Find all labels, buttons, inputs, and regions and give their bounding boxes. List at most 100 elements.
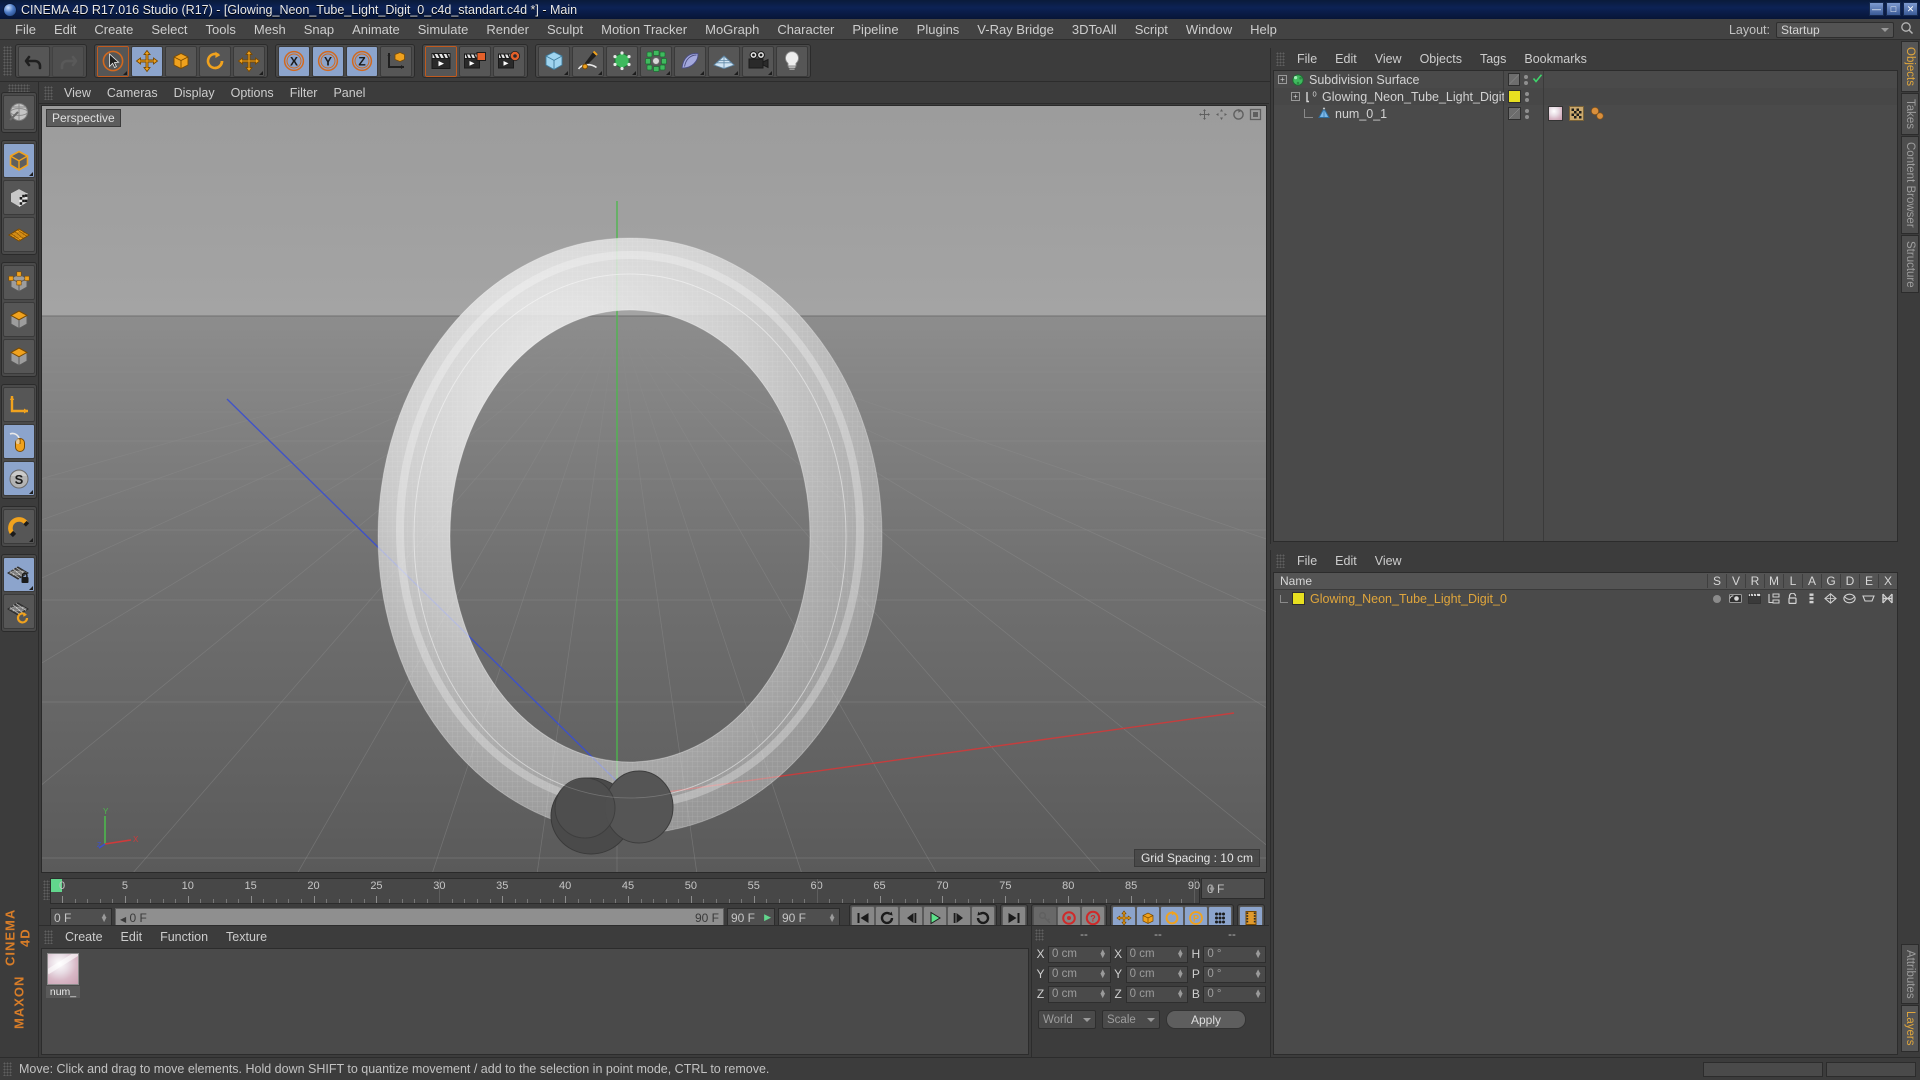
object-visibility-row[interactable]	[1504, 105, 1543, 122]
tool-expand-corner-icon[interactable]	[259, 70, 263, 75]
timeline-current-frame-field[interactable]: 0 F ▲ ▼	[1201, 878, 1265, 899]
rotate-tool[interactable]	[199, 45, 231, 77]
menu-item-file[interactable]: File	[6, 21, 45, 38]
tool-expand-corner-icon[interactable]	[29, 586, 33, 590]
menu-item-help[interactable]: Help	[1241, 21, 1286, 38]
coord-size-input[interactable]: 0 cm ▲ ▼	[1125, 965, 1189, 983]
material-menu-texture[interactable]: Texture	[217, 929, 276, 945]
render-view-button[interactable]	[425, 45, 457, 77]
menu-item-script[interactable]: Script	[1126, 21, 1177, 38]
expand-toggle-icon[interactable]: +	[1291, 92, 1300, 101]
layer-col-a[interactable]: A	[1802, 574, 1821, 588]
coord-position-input[interactable]: 0 cm ▲ ▼	[1048, 965, 1111, 983]
material-manager-drag-handle[interactable]	[44, 929, 53, 944]
layer-solo-cell[interactable]	[1707, 594, 1726, 603]
phong-tag-icon[interactable]	[1590, 106, 1605, 121]
dock-tab-objects[interactable]: Objects	[1901, 41, 1919, 92]
layer-view-cell[interactable]	[1726, 593, 1745, 604]
lock-x-axis-button[interactable]: X	[278, 45, 310, 77]
edges-mode-button[interactable]	[3, 302, 35, 337]
coord-spinner[interactable]: ▲ ▼	[1099, 988, 1107, 1000]
coord-spinner[interactable]: ▲ ▼	[1254, 968, 1262, 980]
close-button[interactable]: ✕	[1903, 2, 1918, 16]
menu-item-sculpt[interactable]: Sculpt	[538, 21, 592, 38]
add-light-button[interactable]	[776, 45, 808, 77]
menu-item-create[interactable]: Create	[85, 21, 142, 38]
coord-size-input[interactable]: 0 cm ▲ ▼	[1125, 945, 1189, 963]
redo-button[interactable]	[52, 45, 84, 77]
visibility-dots-icon[interactable]	[1525, 108, 1529, 119]
render-to-picture-viewer-button[interactable]	[459, 45, 491, 77]
enable-axis-button[interactable]	[3, 387, 35, 422]
apply-button[interactable]: Apply	[1166, 1010, 1246, 1029]
object-tags-row[interactable]	[1544, 88, 1897, 105]
object-manager-menu-tags[interactable]: Tags	[1471, 51, 1515, 67]
coord-spinner[interactable]: ▲ ▼	[1176, 968, 1184, 980]
layout-select[interactable]: Startup	[1776, 21, 1894, 38]
maximize-button[interactable]: □	[1886, 2, 1901, 16]
coord-spinner[interactable]: ▲ ▼	[1254, 988, 1262, 1000]
frame-spinner[interactable]: ▲ ▼	[1208, 882, 1216, 894]
material-menu-edit[interactable]: Edit	[112, 929, 152, 945]
material-list[interactable]: num_	[41, 948, 1029, 1055]
add-camera-button[interactable]	[742, 45, 774, 77]
layer-col-v[interactable]: V	[1726, 574, 1745, 588]
planar-workplane-button[interactable]	[3, 594, 35, 629]
lock-workplane-button[interactable]	[3, 557, 35, 592]
tool-expand-corner-icon[interactable]	[123, 70, 127, 75]
search-icon[interactable]	[1900, 21, 1914, 38]
coord-spinner[interactable]: ▲ ▼	[1176, 948, 1184, 960]
viewport-menu-cameras[interactable]: Cameras	[99, 85, 166, 101]
visibility-dots-icon[interactable]	[1525, 91, 1529, 102]
tool-expand-corner-icon[interactable]	[29, 490, 33, 494]
undo-button[interactable]	[18, 45, 50, 77]
tool-expand-corner-icon[interactable]	[700, 70, 704, 75]
layer-manager-drag-handle[interactable]	[1276, 553, 1285, 568]
toolbar-drag-handle[interactable]	[3, 46, 12, 76]
menu-item-plugins[interactable]: Plugins	[908, 21, 969, 38]
layer-col-r[interactable]: R	[1745, 574, 1764, 588]
scale-view-icon[interactable]	[1215, 108, 1228, 121]
polygons-mode-button[interactable]	[3, 339, 35, 374]
tool-expand-corner-icon[interactable]	[666, 70, 670, 75]
viewport-solo-button[interactable]	[3, 424, 35, 459]
coord-position-input[interactable]: 0 cm ▲ ▼	[1048, 985, 1111, 1003]
coordinate-system-select[interactable]: World	[1038, 1010, 1096, 1029]
coord-rotation-input[interactable]: 0 ° ▲ ▼	[1203, 965, 1267, 983]
object-manager-menu-objects[interactable]: Objects	[1411, 51, 1471, 67]
dock-tab-content-browser[interactable]: Content Browser	[1901, 136, 1919, 234]
layer-lock-cell[interactable]	[1783, 593, 1802, 604]
material-tag-icon[interactable]	[1548, 106, 1563, 121]
layer-color-swatch[interactable]	[1292, 592, 1305, 605]
start-frame-spinner[interactable]: ▲ ▼	[100, 911, 108, 923]
enable-snap-button[interactable]: S	[3, 461, 35, 496]
layer-col-l[interactable]: L	[1783, 574, 1802, 588]
menu-item-v-ray-bridge[interactable]: V-Ray Bridge	[968, 21, 1063, 38]
transform-mode-select[interactable]: Scale	[1102, 1010, 1160, 1029]
add-nurbs-button[interactable]	[606, 45, 638, 77]
enabled-check-icon[interactable]	[1532, 73, 1543, 87]
points-mode-button[interactable]	[3, 265, 35, 300]
menu-item-edit[interactable]: Edit	[45, 21, 85, 38]
object-manager-menu-bookmarks[interactable]: Bookmarks	[1515, 51, 1596, 67]
object-visibility-row[interactable]	[1504, 71, 1543, 88]
timeline-ruler[interactable]: 051015202530354045505560657075808590	[50, 878, 1200, 904]
menu-item-pipeline[interactable]: Pipeline	[843, 21, 907, 38]
viewport-menu-view[interactable]: View	[56, 85, 99, 101]
menu-item-tools[interactable]: Tools	[197, 21, 245, 38]
layer-render-cell[interactable]	[1745, 593, 1764, 604]
object-manager-row[interactable]: + Subdivision Surface	[1274, 71, 1503, 88]
object-manager-menu-edit[interactable]: Edit	[1326, 51, 1366, 67]
tool-expand-corner-icon[interactable]	[734, 70, 738, 75]
object-manager-row[interactable]: num_0_1	[1274, 105, 1503, 122]
coord-size-input[interactable]: 0 cm ▲ ▼	[1125, 985, 1189, 1003]
viewport-menu-panel[interactable]: Panel	[325, 85, 373, 101]
layer-manager-menu-edit[interactable]: Edit	[1326, 553, 1366, 569]
texture-mode-button[interactable]	[3, 180, 35, 215]
layer-expression-cell[interactable]	[1859, 593, 1878, 604]
dock-tab-structure[interactable]: Structure	[1901, 234, 1919, 294]
coord-rotation-input[interactable]: 0 ° ▲ ▼	[1203, 985, 1267, 1003]
object-manager-drag-handle[interactable]	[1276, 51, 1285, 66]
leftbar-drag-handle[interactable]	[8, 84, 30, 92]
menu-item-3dtoall[interactable]: 3DToAll	[1063, 21, 1126, 38]
